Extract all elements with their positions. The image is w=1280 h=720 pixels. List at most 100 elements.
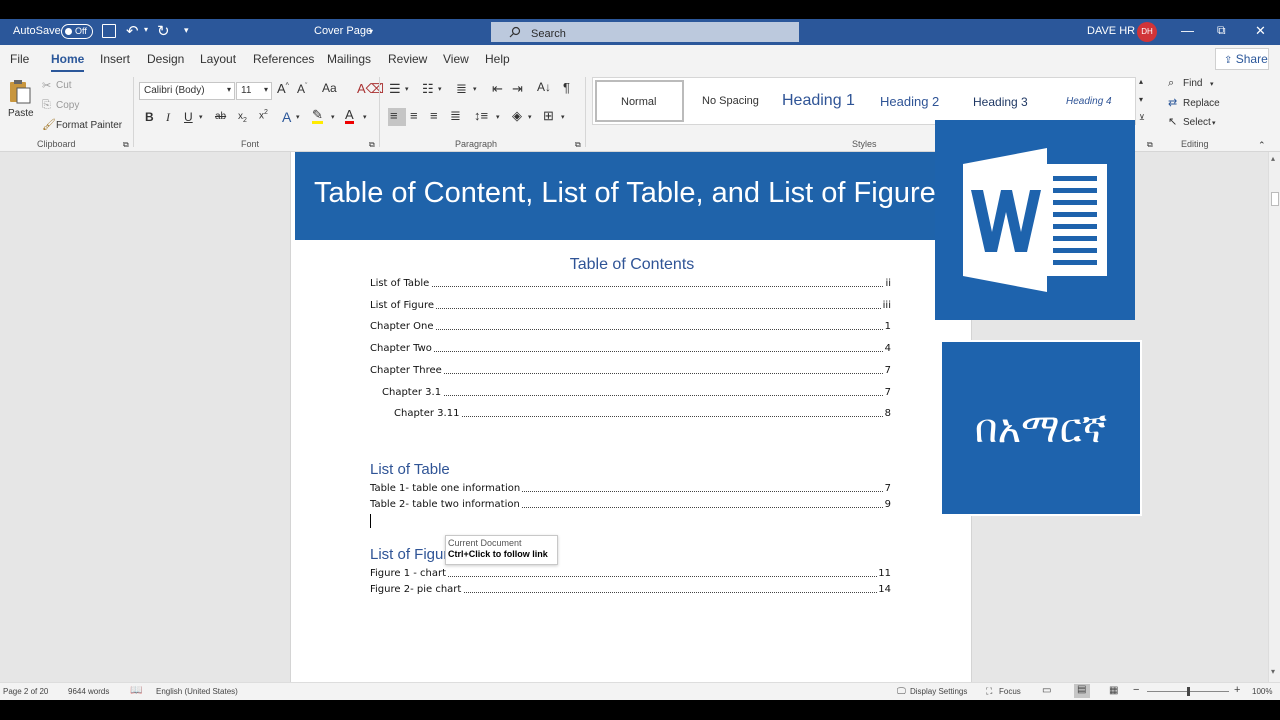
decrease-indent-icon[interactable]: ⇤ xyxy=(492,81,503,97)
tab-help[interactable]: Help xyxy=(485,52,510,66)
web-layout-icon[interactable]: ▦ xyxy=(1109,685,1118,696)
toc-entry[interactable]: Chapter One 1 xyxy=(370,321,891,335)
styles-scroll-up-icon[interactable]: ▴ xyxy=(1139,77,1143,86)
cut-button[interactable]: Cut xyxy=(56,80,72,91)
highlight-icon[interactable]: ✎ xyxy=(312,108,323,124)
share-button[interactable]: ⇪ Share xyxy=(1215,48,1269,70)
toc-entry[interactable]: Chapter 3.11 8 xyxy=(394,408,891,422)
align-center-icon[interactable]: ≡ xyxy=(410,108,418,123)
scrollbar-thumb[interactable] xyxy=(1271,192,1279,206)
toc-entry[interactable]: Chapter Two 4 xyxy=(370,343,891,357)
borders-icon[interactable]: ⊞ xyxy=(543,108,554,124)
styles-scroll-down-icon[interactable]: ▾ xyxy=(1139,95,1143,104)
toc-entry[interactable]: List of Table ii xyxy=(370,278,891,292)
find-dropdown-icon[interactable]: ▾ xyxy=(1210,80,1214,88)
bullets-icon[interactable]: ☰ xyxy=(389,81,401,97)
table-entry[interactable]: Table 1- table one information 7 xyxy=(370,483,891,497)
text-effects-icon[interactable]: A xyxy=(282,109,291,125)
font-launcher-icon[interactable]: ⧉ xyxy=(369,140,375,150)
vertical-scrollbar[interactable]: ▴ ▾ xyxy=(1268,152,1280,682)
replace-icon[interactable]: ⇄ xyxy=(1168,96,1177,109)
grow-font-icon[interactable]: A^ xyxy=(277,81,289,96)
focus-button[interactable]: Focus xyxy=(999,687,1021,696)
clipboard-launcher-icon[interactable]: ⧉ xyxy=(123,140,129,150)
language[interactable]: English (United States) xyxy=(156,687,238,696)
numbering-icon[interactable]: ☷ xyxy=(422,81,434,97)
zoom-slider-thumb[interactable] xyxy=(1187,687,1190,696)
save-icon[interactable] xyxy=(102,24,116,38)
cut-icon[interactable]: ✂ xyxy=(42,79,51,92)
print-layout-icon[interactable]: ▤ xyxy=(1074,684,1090,698)
underline-dropdown-icon[interactable]: ▾ xyxy=(199,113,203,121)
select-button[interactable]: Select xyxy=(1183,117,1211,128)
tab-view[interactable]: View xyxy=(443,52,469,66)
font-color-dropdown-icon[interactable]: ▾ xyxy=(363,113,367,121)
bold-icon[interactable]: B xyxy=(145,110,154,124)
style-heading-2[interactable]: Heading 2 xyxy=(880,94,939,109)
find-button[interactable]: Find xyxy=(1183,78,1202,89)
style-normal[interactable]: Normal xyxy=(595,80,684,122)
replace-button[interactable]: Replace xyxy=(1183,98,1220,109)
paste-button[interactable]: Paste xyxy=(8,79,34,125)
scroll-down-icon[interactable]: ▾ xyxy=(1271,667,1275,676)
font-family-select[interactable]: Calibri (Body) ▾ xyxy=(139,82,235,100)
page-count[interactable]: Page 2 of 20 xyxy=(3,687,48,696)
style-no-spacing[interactable]: No Spacing xyxy=(702,95,759,107)
restore-icon[interactable]: ⧉ xyxy=(1217,23,1226,38)
focus-icon[interactable]: ⛶ xyxy=(986,686,992,697)
paragraph-launcher-icon[interactable]: ⧉ xyxy=(575,140,581,150)
change-case-icon[interactable]: Aa xyxy=(322,81,337,95)
copy-icon[interactable]: ⎘ xyxy=(42,99,51,112)
format-painter-button[interactable]: Format Painter xyxy=(56,120,122,131)
tab-home[interactable]: Home xyxy=(51,52,85,72)
styles-launcher-icon[interactable]: ⧉ xyxy=(1147,140,1153,150)
minimize-icon[interactable]: — xyxy=(1181,23,1194,38)
word-count[interactable]: 9644 words xyxy=(68,687,109,696)
avatar[interactable]: DH xyxy=(1137,22,1157,42)
clear-formatting-icon[interactable]: A⌫ xyxy=(357,81,384,97)
tab-review[interactable]: Review xyxy=(388,52,427,66)
tab-mailings[interactable]: Mailings xyxy=(327,52,371,66)
font-color-icon[interactable]: A xyxy=(345,108,354,124)
undo-icon[interactable]: ↶ xyxy=(126,22,139,40)
line-spacing-dropdown-icon[interactable]: ▾ xyxy=(496,113,500,121)
redo-icon[interactable]: ↻ xyxy=(157,22,170,40)
shading-dropdown-icon[interactable]: ▾ xyxy=(528,113,532,121)
undo-dropdown-icon[interactable]: ▾ xyxy=(144,25,148,34)
format-painter-icon[interactable]: 🖌 xyxy=(42,118,56,131)
table-entry[interactable]: Table 2- table two information 9 xyxy=(370,499,891,513)
toc-entry[interactable]: List of Figure iii xyxy=(370,300,891,314)
strikethrough-icon[interactable]: ab xyxy=(215,111,226,122)
figure-entry[interactable]: Figure 2- pie chart 14 xyxy=(370,584,891,598)
tab-insert[interactable]: Insert xyxy=(100,52,130,66)
text-effects-dropdown-icon[interactable]: ▾ xyxy=(296,113,300,121)
subscript-icon[interactable]: x2 xyxy=(238,111,247,124)
style-heading-3[interactable]: Heading 3 xyxy=(973,95,1028,109)
borders-dropdown-icon[interactable]: ▾ xyxy=(561,113,565,121)
font-size-select[interactable]: 11 ▾ xyxy=(236,82,272,100)
user-name[interactable]: DAVE HR xyxy=(1087,25,1135,37)
multilevel-list-icon[interactable]: ≣ xyxy=(456,81,467,97)
style-heading-1[interactable]: Heading 1 xyxy=(782,92,855,110)
scroll-up-icon[interactable]: ▴ xyxy=(1271,154,1275,163)
autosave-toggle[interactable]: Off xyxy=(61,24,93,39)
tab-file[interactable]: File xyxy=(10,52,29,66)
show-formatting-icon[interactable]: ¶ xyxy=(563,80,570,95)
highlight-dropdown-icon[interactable]: ▾ xyxy=(331,113,335,121)
zoom-slider[interactable] xyxy=(1147,687,1229,696)
toc-entry[interactable]: Chapter Three 7 xyxy=(370,365,891,379)
collapse-ribbon-icon[interactable]: ⌃ xyxy=(1258,140,1266,151)
find-icon[interactable]: ⌕ xyxy=(1168,77,1174,90)
tab-design[interactable]: Design xyxy=(147,52,184,66)
zoom-level[interactable]: 100% xyxy=(1252,687,1272,696)
zoom-in-icon[interactable]: + xyxy=(1234,684,1240,696)
proofing-icon[interactable]: 📖 xyxy=(130,685,142,696)
customize-toolbar-icon[interactable]: ▾ xyxy=(184,25,189,36)
line-spacing-icon[interactable]: ↕≡ xyxy=(474,108,488,123)
select-dropdown-icon[interactable]: ▾ xyxy=(1212,119,1216,127)
close-icon[interactable]: ✕ xyxy=(1255,23,1266,39)
numbering-dropdown-icon[interactable]: ▾ xyxy=(438,85,442,93)
tab-references[interactable]: References xyxy=(253,52,314,66)
increase-indent-icon[interactable]: ⇥ xyxy=(512,81,523,97)
display-settings-button[interactable]: Display Settings xyxy=(910,687,967,696)
